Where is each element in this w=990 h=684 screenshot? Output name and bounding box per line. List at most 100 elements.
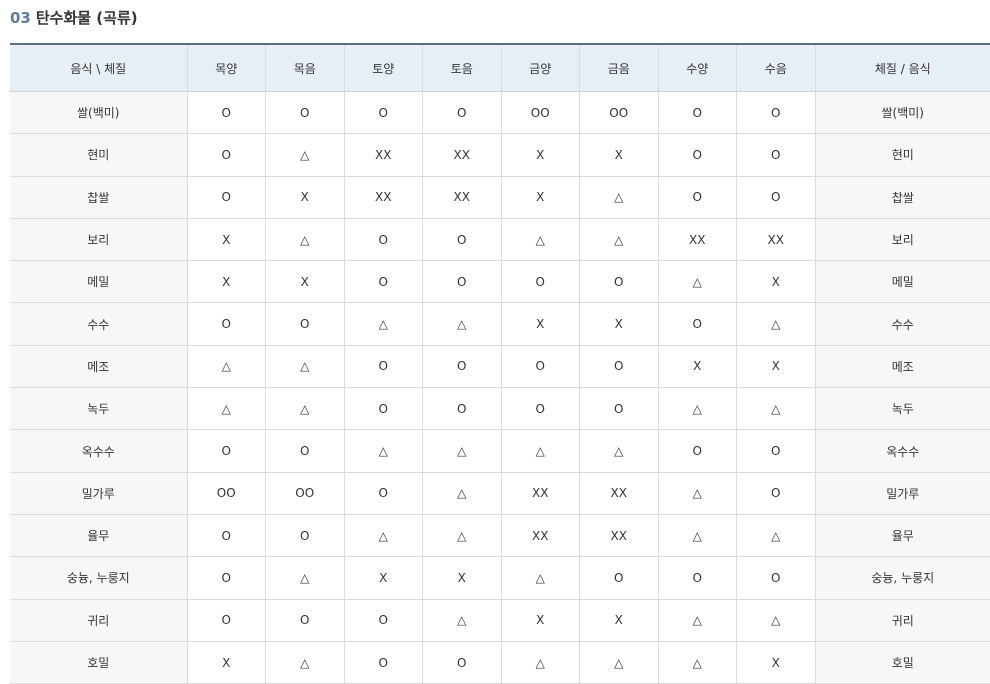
table-row: 쌀(백미) O O O O OO OO O O 쌀(백미) (10, 91, 990, 135)
rating-cell: O (187, 176, 266, 219)
rating-cell: O (579, 387, 659, 431)
rating-cell: △ (344, 429, 423, 473)
food-name-cell: 밀가루 (10, 472, 188, 515)
food-name-cell: 메밀 (10, 260, 188, 304)
rating-cell: △ (265, 641, 345, 684)
rating-cell: △ (501, 556, 580, 600)
rating-cell: O (187, 302, 266, 346)
rating-cell: O (736, 472, 816, 515)
rating-cell: O (422, 345, 502, 389)
rating-cell: △ (736, 599, 816, 642)
rating-cell: O (658, 176, 737, 219)
rating-cell: △ (736, 302, 816, 346)
rating-cell: △ (265, 218, 345, 262)
section-title: 03 탄수화물 (곡류) (10, 7, 138, 28)
rating-cell: X (422, 556, 502, 600)
food-name-cell-right: 숭늉, 누룽지 (815, 556, 990, 600)
rating-cell: O (501, 387, 580, 431)
rating-cell: X (579, 599, 659, 642)
rating-cell: △ (422, 514, 502, 558)
rating-cell: OO (579, 91, 659, 135)
header-cell: 수음 (736, 44, 816, 92)
rating-cell: O (658, 302, 737, 346)
header-cell: 음식 \ 체질 (10, 44, 188, 92)
food-name-cell-right: 수수 (815, 302, 990, 346)
table-row: 찹쌀 O X XX XX X △ O O 찹쌀 (10, 176, 990, 219)
rating-cell: X (658, 345, 737, 389)
rating-cell: OO (187, 472, 266, 515)
header-cell: 체질 / 음식 (815, 44, 990, 92)
rating-cell: △ (736, 387, 816, 431)
rating-cell: X (344, 556, 423, 600)
rating-cell: △ (265, 556, 345, 600)
section-number: 03 (10, 9, 31, 27)
rating-cell: △ (501, 641, 580, 684)
rating-cell: △ (265, 387, 345, 431)
rating-cell: O (736, 133, 816, 177)
food-name-cell-right: 녹두 (815, 387, 990, 431)
food-name-cell-right: 쌀(백미) (815, 91, 990, 135)
rating-cell: O (187, 91, 266, 135)
table-row: 수수 O O △ △ X X O △ 수수 (10, 302, 990, 346)
food-name-cell-right: 호밀 (815, 641, 990, 684)
header-cell: 토음 (422, 44, 502, 92)
rating-cell: X (265, 176, 345, 219)
rating-cell: XX (501, 514, 580, 558)
food-name-cell: 보리 (10, 218, 188, 262)
rating-cell: O (187, 599, 266, 642)
rating-cell: △ (579, 176, 659, 219)
rating-cell: X (736, 641, 816, 684)
rating-cell: △ (422, 429, 502, 473)
header-cell: 목음 (265, 44, 345, 92)
rating-cell: O (501, 345, 580, 389)
rating-cell: △ (187, 387, 266, 431)
rating-cell: △ (187, 345, 266, 389)
rating-cell: O (344, 387, 423, 431)
rating-cell: △ (658, 260, 737, 304)
rating-cell: X (501, 133, 580, 177)
food-name-cell-right: 현미 (815, 133, 990, 177)
rating-cell: △ (344, 302, 423, 346)
rating-cell: X (501, 176, 580, 219)
header-cell: 금음 (579, 44, 659, 92)
rating-cell: O (265, 514, 345, 558)
rating-cell: △ (265, 345, 345, 389)
food-name-cell: 호밀 (10, 641, 188, 684)
table-row: 율무 O O △ △ XX XX △ △ 율무 (10, 514, 990, 558)
rating-cell: O (265, 599, 345, 642)
table-row: 귀리 O O O △ X X △ △ 귀리 (10, 599, 990, 642)
food-constitution-table: 음식 \ 체질 목양 목음 토양 토음 금양 금음 수양 수음 체질 / 음식 … (10, 43, 990, 684)
rating-cell: O (736, 429, 816, 473)
food-name-cell: 녹두 (10, 387, 188, 431)
rating-cell: O (736, 556, 816, 600)
table-row: 메조 △ △ O O O O X X 메조 (10, 345, 990, 389)
rating-cell: X (579, 302, 659, 346)
food-name-cell: 숭늉, 누룽지 (10, 556, 188, 600)
rating-cell: O (344, 472, 423, 515)
rating-cell: △ (658, 641, 737, 684)
rating-cell: △ (579, 218, 659, 262)
rating-cell: O (658, 133, 737, 177)
rating-cell: XX (579, 472, 659, 515)
table-row: 옥수수 O O △ △ △ △ O O 옥수수 (10, 429, 990, 473)
rating-cell: X (501, 599, 580, 642)
rating-cell: XX (344, 176, 423, 219)
food-name-cell: 현미 (10, 133, 188, 177)
rating-cell: △ (658, 472, 737, 515)
rating-cell: X (579, 133, 659, 177)
rating-cell: O (344, 345, 423, 389)
rating-cell: XX (579, 514, 659, 558)
rating-cell: O (736, 176, 816, 219)
food-name-cell: 옥수수 (10, 429, 188, 473)
rating-cell: O (187, 133, 266, 177)
rating-cell: XX (501, 472, 580, 515)
table-row: 녹두 △ △ O O O O △ △ 녹두 (10, 387, 990, 431)
table-body: 쌀(백미) O O O O OO OO O O 쌀(백미) 현미 O △ XX XX X X O O 현미 찹쌀 O X XX… (10, 91, 990, 684)
header-cell: 금양 (501, 44, 580, 92)
rating-cell: O (422, 218, 502, 262)
rating-cell: X (187, 260, 266, 304)
rating-cell: XX (736, 218, 816, 262)
table-row: 밀가루 OO OO O △ XX XX △ O 밀가루 (10, 472, 990, 515)
food-name-cell-right: 메밀 (815, 260, 990, 304)
rating-cell: O (187, 556, 266, 600)
